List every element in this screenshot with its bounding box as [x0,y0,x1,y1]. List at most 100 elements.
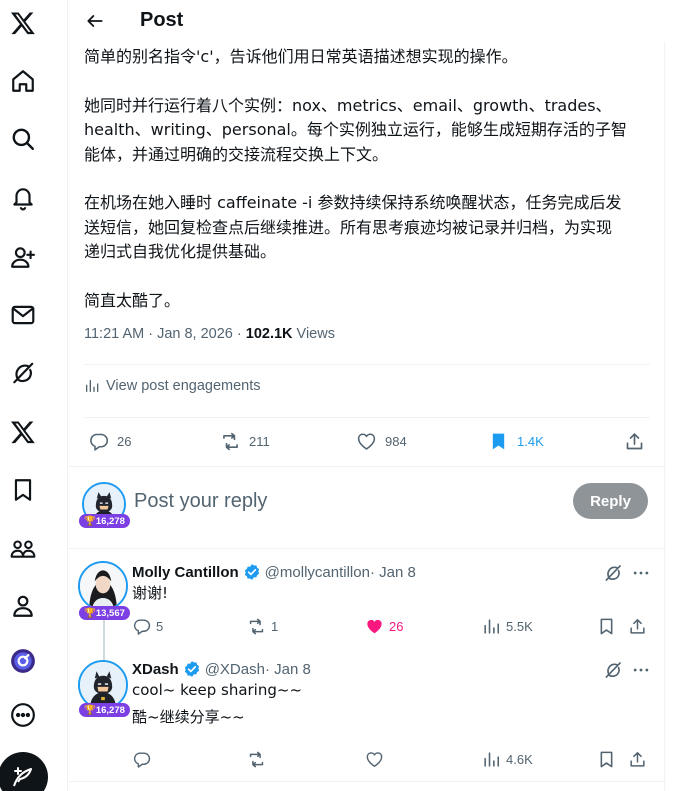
post-detail-column: Post 简单的别名指令'c'，告诉他们用日常英语描述想实现的操作。 她同时并行… [67,0,666,791]
repost-action[interactable]: 211 [220,424,270,458]
bookmark-icon [600,751,613,767]
repost-count: 211 [249,433,270,449]
follow-add-user-icon[interactable] [6,240,40,274]
post-paragraph: 简直太酷了。 [84,290,181,310]
heart-icon [357,432,376,450]
share-action[interactable] [628,613,652,639]
share-icon [630,751,645,767]
analytics-bars-icon [86,380,99,392]
reply-count: 5 [156,618,164,634]
author-handle[interactable]: @mollycantillon [265,564,370,581]
like-action[interactable]: 26 [365,613,403,639]
grok-icon [605,565,621,581]
heart-filled-icon [367,619,382,633]
more-options-button[interactable] [631,660,651,680]
communities-icon[interactable] [6,531,40,565]
heart-icon [366,751,383,767]
bookmark-action[interactable] [597,746,621,772]
x-logo-icon[interactable] [6,6,40,40]
reply-button[interactable]: Reply [573,483,648,519]
compose-post-button[interactable] [0,752,48,791]
repost-count: 1 [271,618,279,634]
like-count: 984 [385,433,407,449]
profile-icon[interactable] [6,589,40,623]
views-label: Views [292,326,335,342]
bookmark-action[interactable] [597,613,621,639]
author-handle[interactable]: @XDash [205,661,265,678]
repost-icon [249,751,264,767]
post-action-bar: 26 211 984 1.4K [84,424,650,458]
like-action[interactable]: 984 [356,424,407,458]
more-dots-icon [633,571,649,575]
repost-action[interactable] [247,746,271,772]
avatar[interactable] [78,561,128,611]
bookmarks-icon[interactable] [6,473,40,507]
reply-input[interactable]: Post your reply [134,490,267,513]
share-action[interactable] [624,424,653,458]
repost-icon [223,432,238,450]
reply-bubble-icon [90,433,109,451]
post-paragraph: 她同时并行运行着八个实例：nox、metrics、email、growth、tr… [84,95,627,164]
bookmark-action[interactable]: 1.4K [488,424,544,458]
grok-explain-button[interactable] [603,660,623,680]
share-icon [626,432,643,449]
post-text: 简单的别名指令'c'，告诉他们用日常英语描述想实现的操作。 她同时并行运行着八个… [84,45,654,337]
views-action[interactable]: 5.5K [482,613,533,639]
views-count: 5.5K [506,618,533,634]
notifications-bell-icon[interactable] [6,181,40,215]
post-timestamp[interactable]: 11:21 AM · Jan 8, 2026 · [84,326,246,342]
reply-composer: 🏆16,278 Post your reply Reply [68,468,666,548]
messages-envelope-icon[interactable] [6,298,40,332]
divider [68,781,666,782]
repost-action[interactable]: 1 [247,613,278,639]
premium-x-icon[interactable] [6,415,40,449]
more-options-button[interactable] [631,563,651,583]
author-name[interactable]: Molly Cantillon [132,564,239,581]
bookmark-icon [600,618,613,634]
divider [84,364,650,365]
reply-action[interactable]: 26 [88,424,131,458]
back-button[interactable] [82,8,108,34]
score-badge: 🏆16,278 [79,703,130,717]
reply-text: cool~ keep sharing~~ 酷~继续分享~~ [132,681,303,726]
reply-action-bar: 5 1 26 5.5K [132,613,652,639]
repost-icon [249,618,264,634]
reply-count: 26 [117,433,132,449]
reply-text: 谢谢! [132,584,169,602]
back-arrow-icon [87,15,103,27]
views-action[interactable]: 4.6K [482,746,533,772]
more-circle-icon[interactable] [6,698,40,732]
home-icon[interactable] [6,64,40,98]
post-paragraph: 简单的别名指令'c'，告诉他们用日常英语描述想实现的操作。 [84,47,518,66]
like-count: 26 [389,618,404,634]
reply-action[interactable]: 5 [132,613,163,639]
thread-connector [103,620,105,660]
share-icon [630,618,645,634]
reply-date[interactable]: · Jan 8 [370,564,416,581]
analytics-bars-icon [484,618,500,634]
app-extension-icon[interactable] [6,644,40,678]
analytics-bars-icon [484,751,500,767]
bookmark-filled-icon [492,433,505,449]
grok-explain-button[interactable] [603,563,623,583]
grok-icon[interactable] [6,356,40,390]
like-action[interactable] [365,746,389,772]
top-bar: Post [68,0,666,42]
post-meta: 11:21 AM · Jan 8, 2026 · 102.1K Views [84,326,335,342]
more-dots-icon [633,668,649,672]
reply-header: Molly Cantillon @mollycantillon · Jan 8 [132,563,416,581]
verified-badge-icon [184,661,199,677]
author-name[interactable]: XDash [132,661,179,678]
left-nav-rail [0,0,67,791]
user-photo-icon [80,563,126,609]
reply-bubble-icon [133,751,151,768]
reply-date[interactable]: · Jan 8 [265,661,311,678]
compose-post-icon [13,767,32,787]
score-badge: 🏆16,278 [79,514,130,528]
view-engagements-link[interactable]: View post engagements [84,378,261,394]
reply-action[interactable] [132,746,156,772]
reply-action-bar: 4.6K [132,746,652,772]
engagements-label: View post engagements [106,378,261,394]
share-action[interactable] [628,746,652,772]
search-icon[interactable] [6,122,40,156]
